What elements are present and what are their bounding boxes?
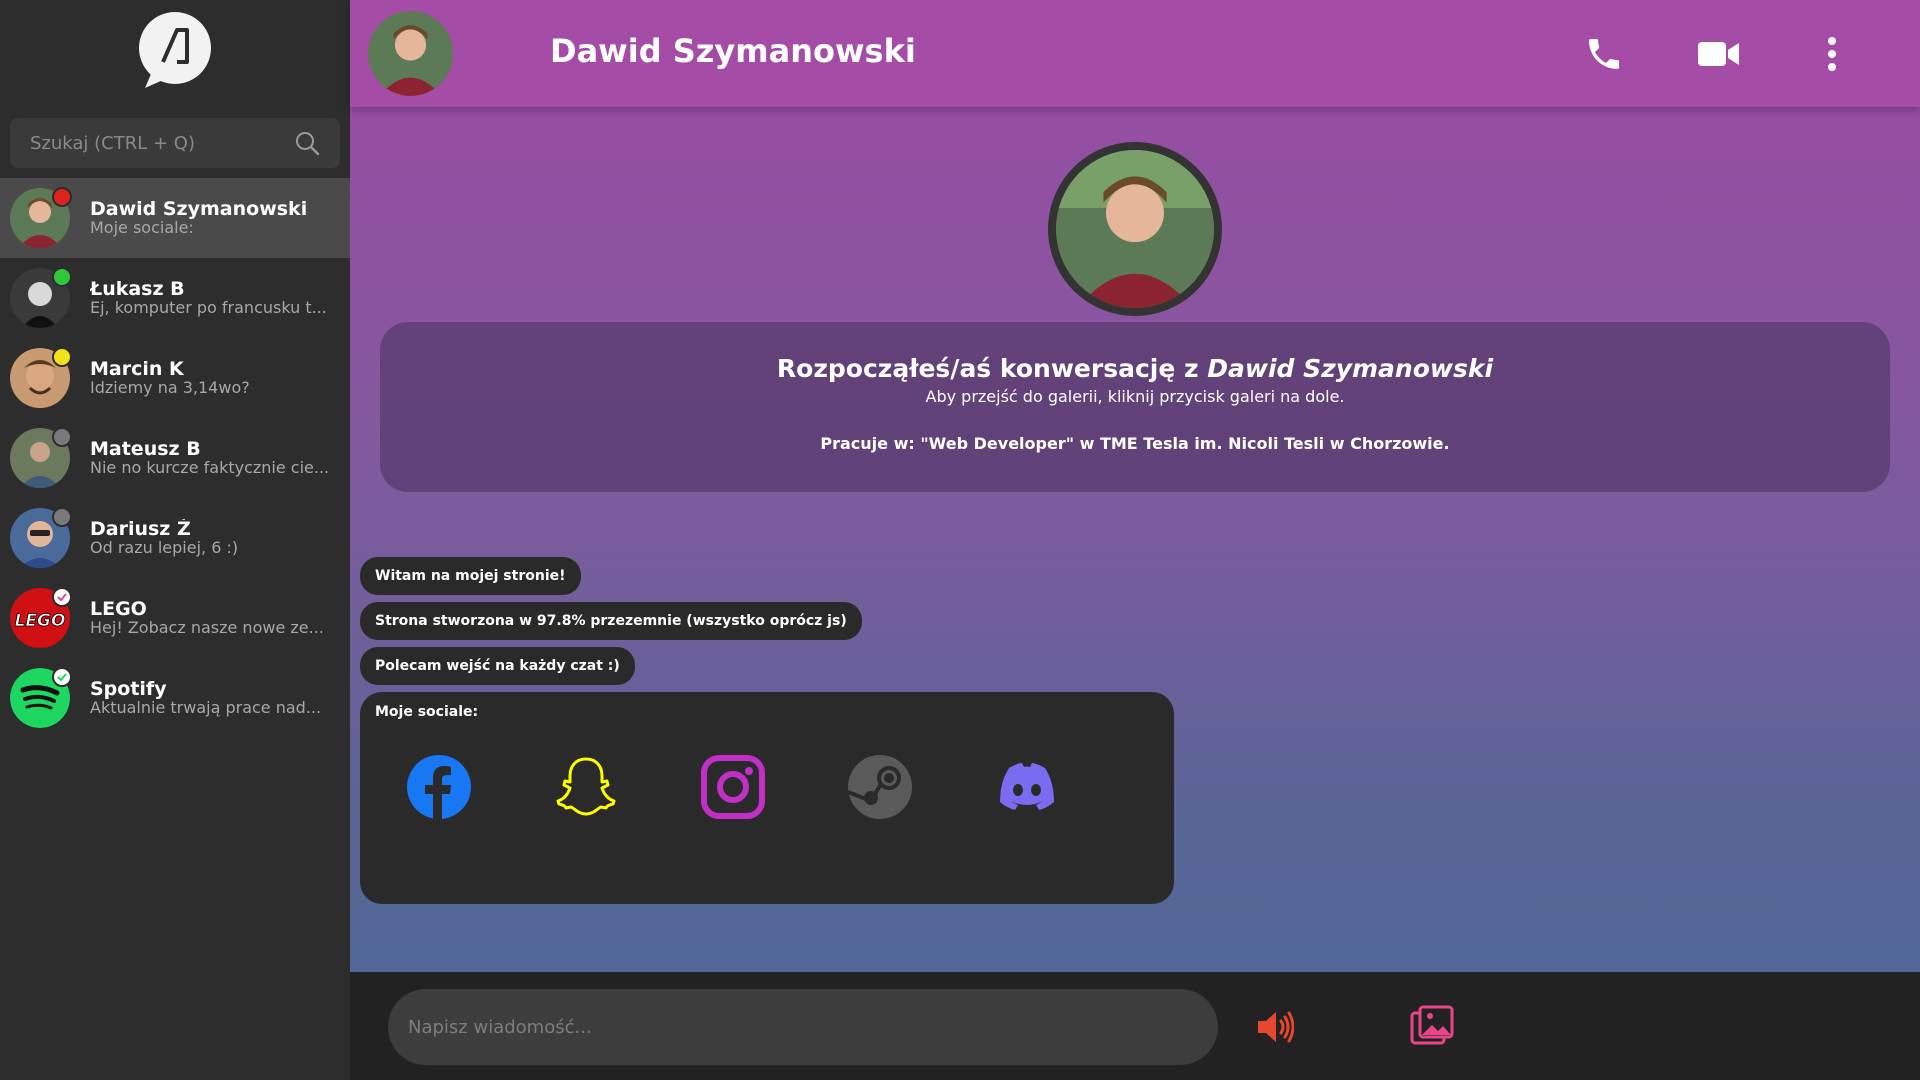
contact-preview: Aktualnie trwają prace nad...: [90, 699, 322, 717]
contact-name: Łukasz B: [90, 279, 185, 300]
status-dot: [52, 347, 72, 367]
avatar: [10, 267, 72, 328]
contact-name: Spotify: [90, 679, 167, 700]
sound-icon[interactable]: [1254, 1007, 1295, 1047]
status-dot: [52, 427, 72, 447]
contact-preview: Nie no kurcze faktycznie cie...: [90, 459, 330, 477]
contact-item[interactable]: Mateusz B Nie no kurcze faktycznie cie..…: [0, 418, 350, 498]
intro-title: Rozpocząłeś/aś konwersację z Dawid Szyma…: [380, 354, 1890, 383]
socials-title: Moje sociale:: [375, 704, 479, 720]
contact-item[interactable]: Łukasz B Ej, komputer po francusku t...: [0, 258, 350, 338]
contact-item[interactable]: Dariusz Ż Od razu lepiej, 6 :): [0, 498, 350, 578]
snapchat-icon[interactable]: [553, 754, 619, 820]
search-icon[interactable]: [294, 130, 320, 156]
status-dot: [52, 507, 72, 527]
sidebar: Szukaj (CTRL + Q) Dawid Szymanowski Moje…: [0, 0, 350, 1080]
more-icon[interactable]: [1808, 30, 1856, 78]
contact-name: LEGO: [90, 599, 147, 620]
contact-preview: Hej! Zobacz nasze nowe ze...: [90, 619, 324, 637]
instagram-icon[interactable]: [700, 754, 766, 820]
intro-subtitle: Aby przejść do galerii, kliknij przycisk…: [925, 387, 1345, 406]
contact-item[interactable]: Marcin K Idziemy na 3,14wo?: [0, 338, 350, 418]
verified-icon: [52, 587, 72, 607]
avatar: [10, 347, 72, 408]
discord-icon[interactable]: [994, 754, 1060, 820]
avatar: LEGO: [10, 587, 72, 648]
intro-job: Pracuje w: "Web Developer" w TME Tesla i…: [820, 434, 1450, 453]
socials-message: Moje sociale:: [360, 692, 1174, 904]
app-logo-icon[interactable]: [137, 12, 213, 90]
contact-item[interactable]: Dawid Szymanowski Moje sociale:: [0, 178, 350, 258]
contact-list: Dawid Szymanowski Moje sociale: Łukasz B…: [0, 178, 350, 738]
header-avatar[interactable]: [368, 11, 453, 96]
verified-icon: [52, 667, 72, 687]
status-dot: [52, 187, 72, 207]
gallery-icon[interactable]: [1410, 1005, 1454, 1047]
contact-name: Mateusz B: [90, 439, 201, 460]
lego-logo-icon: LEGO: [15, 611, 66, 631]
chat-area: Dawid Szymanowski Rozpocząłeś/aś konwers…: [350, 0, 1920, 1080]
avatar: [10, 187, 72, 248]
phone-icon[interactable]: [1580, 30, 1628, 78]
message-bubble[interactable]: Witam na mojej stronie!: [360, 557, 581, 595]
contact-preview: Ej, komputer po francusku t...: [90, 299, 327, 317]
contact-preview: Moje sociale:: [90, 219, 194, 237]
chat-header: Dawid Szymanowski: [350, 0, 1920, 107]
contact-name: Dawid Szymanowski: [90, 199, 308, 220]
intro-title-prefix: Rozpocząłeś/aś konwersację z: [776, 354, 1208, 383]
contact-item[interactable]: Spotify Aktualnie trwają prace nad...: [0, 658, 350, 738]
intro-title-name: Dawid Szymanowski: [1207, 354, 1494, 383]
chat-title: Dawid Szymanowski: [550, 32, 916, 70]
message-bubble[interactable]: Polecam wejść na każdy czat :): [360, 647, 635, 685]
steam-icon[interactable]: [847, 754, 913, 820]
status-dot: [52, 267, 72, 287]
search-box[interactable]: Szukaj (CTRL + Q): [10, 118, 340, 168]
profile-photo[interactable]: [1048, 142, 1222, 316]
message-composer: [350, 972, 1920, 1080]
contact-preview: Od razu lepiej, 6 :): [90, 539, 239, 557]
contact-preview: Idziemy na 3,14wo?: [90, 379, 250, 397]
intro-card: Rozpocząłeś/aś konwersację z Dawid Szyma…: [380, 322, 1890, 492]
search-input[interactable]: Szukaj (CTRL + Q): [30, 133, 294, 154]
facebook-icon[interactable]: [406, 754, 472, 820]
contact-item[interactable]: LEGO LEGO Hej! Zobacz nasze nowe ze...: [0, 578, 350, 658]
message-input[interactable]: [388, 989, 1218, 1065]
contact-name: Dariusz Ż: [90, 519, 191, 540]
avatar: [10, 427, 72, 488]
avatar: [10, 667, 72, 728]
contact-name: Marcin K: [90, 359, 184, 380]
video-icon[interactable]: [1695, 30, 1743, 78]
avatar: [10, 507, 72, 568]
message-bubble[interactable]: Strona stworzona w 97.8% przezemnie (wsz…: [360, 602, 862, 640]
